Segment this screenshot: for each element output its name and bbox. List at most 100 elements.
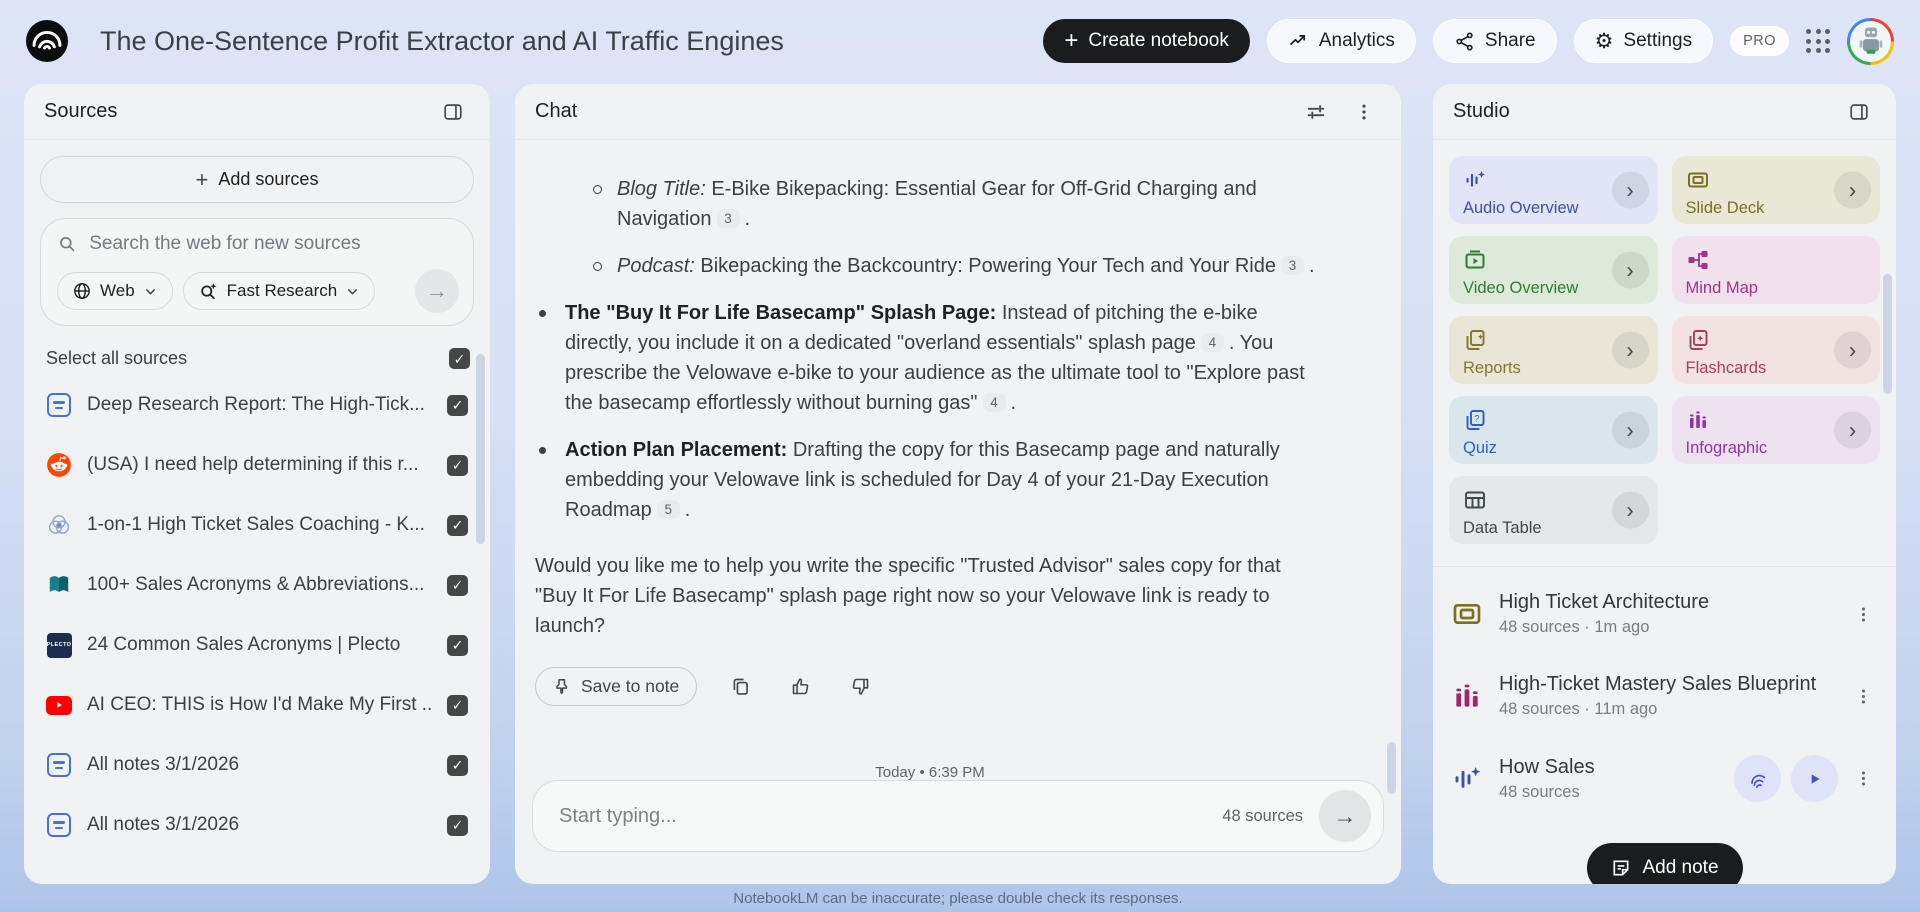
source-checkbox[interactable]: ✓ [447, 395, 468, 416]
google-apps-grid-icon[interactable] [1806, 29, 1830, 53]
play-button[interactable] [1791, 755, 1838, 802]
source-row[interactable]: 1-on-1 High Ticket Sales Coaching - K...… [40, 495, 474, 555]
globe-icon [72, 281, 92, 301]
plecto-source-icon: PLECTO [46, 632, 72, 658]
artifact-more-menu-icon[interactable] [1848, 679, 1878, 713]
add-sources-button[interactable]: + Add sources [40, 156, 474, 203]
source-checkbox[interactable]: ✓ [447, 575, 468, 596]
create-notebook-button[interactable]: + Create notebook [1043, 19, 1250, 63]
citation-chip[interactable]: 3 [717, 209, 740, 228]
source-checkbox[interactable]: ✓ [447, 815, 468, 836]
fast-research-icon [198, 281, 219, 302]
studio-card-video-overview[interactable]: Video Overview › [1449, 236, 1658, 304]
source-title: 1-on-1 High Ticket Sales Coaching - K... [87, 514, 432, 536]
add-sources-label: Add sources [218, 169, 318, 190]
search-icon [57, 233, 77, 255]
source-checkbox[interactable]: ✓ [447, 455, 468, 476]
source-checkbox[interactable]: ✓ [447, 635, 468, 656]
copy-icon[interactable] [723, 670, 757, 704]
studio-card-mind-map[interactable]: Mind Map [1672, 236, 1881, 304]
citation-chip[interactable]: 4 [983, 393, 1006, 412]
check-icon: ✓ [452, 458, 464, 472]
scrollbar-thumb[interactable] [1883, 274, 1892, 394]
avatar[interactable] [1847, 18, 1894, 65]
search-input[interactable] [89, 233, 459, 255]
audio-artifact-icon [1451, 763, 1483, 795]
chevron-right-icon[interactable]: › [1834, 412, 1871, 449]
chat-message: Blog Title: E-Bike Bikepacking: Essentia… [515, 140, 1401, 788]
chat-input-box: 48 sources → [532, 780, 1384, 852]
search-submit-button[interactable]: → [415, 269, 459, 313]
source-checkbox[interactable]: ✓ [447, 695, 468, 716]
chevron-right-icon[interactable]: › [1612, 412, 1649, 449]
chat-sub-bullet: Podcast: Bikepacking the Backcountry: Po… [587, 251, 1325, 281]
settings-button[interactable]: ⚙ Settings [1574, 19, 1713, 63]
add-note-button[interactable]: Add note [1586, 843, 1742, 884]
source-row[interactable]: Deep Research Report: The High-Tick... ✓ [40, 375, 474, 435]
artifact-title: High-Ticket Mastery Sales Blueprint [1499, 673, 1832, 696]
source-row[interactable]: (USA) I need help determining if this r.… [40, 435, 474, 495]
save-to-note-button[interactable]: Save to note [535, 667, 697, 706]
source-row[interactable]: All notes 3/1/2026 ✓ [40, 795, 474, 855]
pro-badge: PRO [1730, 26, 1789, 56]
source-row[interactable]: All notes 3/1/2026 ✓ [40, 735, 474, 795]
source-row[interactable]: 100+ Sales Acronyms & Abbreviations... ✓ [40, 555, 474, 615]
thumbs-down-icon[interactable] [843, 670, 877, 704]
interactive-mode-button[interactable] [1734, 755, 1781, 802]
collapse-panel-icon[interactable] [436, 95, 470, 129]
settings-label: Settings [1623, 30, 1692, 52]
source-checkbox[interactable]: ✓ [447, 755, 468, 776]
web-filter-dropdown[interactable]: Web [57, 272, 173, 310]
chevron-down-icon [143, 284, 158, 299]
studio-card-quiz[interactable]: ? Quiz › [1449, 396, 1658, 464]
citation-chip[interactable]: 5 [657, 500, 680, 519]
select-all-checkbox[interactable]: ✓ [449, 348, 470, 369]
studio-card-data-table[interactable]: Data Table › [1449, 476, 1658, 544]
reddit-source-icon [46, 452, 72, 478]
studio-artifact-row[interactable]: High Ticket Architecture 48 sources · 1m… [1449, 581, 1880, 647]
studio-artifact-row[interactable]: How Sales 48 sources [1449, 745, 1880, 812]
thumbs-up-icon[interactable] [783, 670, 817, 704]
notebook-title[interactable]: The One-Sentence Profit Extractor and AI… [100, 26, 784, 57]
scrollbar-thumb[interactable] [1387, 742, 1396, 794]
chat-settings-icon[interactable] [1299, 95, 1333, 129]
studio-card-flashcards[interactable]: Flashcards › [1672, 316, 1881, 384]
source-row[interactable]: PLECTO 24 Common Sales Acronyms | Plecto… [40, 615, 474, 675]
citation-chip[interactable]: 4 [1201, 333, 1224, 352]
analytics-button[interactable]: Analytics [1267, 19, 1416, 63]
chevron-right-icon[interactable]: › [1612, 332, 1649, 369]
studio-card-reports[interactable]: Reports › [1449, 316, 1658, 384]
share-button[interactable]: Share [1433, 19, 1557, 63]
chevron-right-icon[interactable]: › [1834, 332, 1871, 369]
collapse-panel-icon[interactable] [1842, 95, 1876, 129]
source-row[interactable]: AI CEO: THIS is How I'd Make My First ..… [40, 675, 474, 735]
artifact-more-menu-icon[interactable] [1848, 762, 1878, 796]
citation-chip[interactable]: 3 [1281, 256, 1304, 275]
research-mode-dropdown[interactable]: Fast Research [183, 272, 376, 310]
chat-more-menu-icon[interactable] [1347, 95, 1381, 129]
chat-panel: Chat Blog Title: E-Bike Bikepacking: Ess… [515, 84, 1401, 884]
artifact-more-menu-icon[interactable] [1848, 597, 1878, 631]
chevron-right-icon[interactable]: › [1834, 172, 1871, 209]
mind-map-icon [1686, 248, 1867, 272]
scrollbar-thumb[interactable] [476, 354, 485, 544]
source-checkbox[interactable]: ✓ [447, 515, 468, 536]
chevron-right-icon[interactable]: › [1612, 252, 1649, 289]
studio-artifact-row[interactable]: High-Ticket Mastery Sales Blueprint 48 s… [1449, 663, 1880, 729]
chevron-right-icon[interactable]: › [1612, 492, 1649, 529]
studio-card-label: Mind Map [1686, 279, 1867, 298]
source-title: Deep Research Report: The High-Tick... [87, 394, 432, 416]
source-title: (USA) I need help determining if this r.… [87, 454, 432, 476]
check-icon: ✓ [452, 638, 464, 652]
app-header: The One-Sentence Profit Extractor and AI… [0, 0, 1920, 82]
chevron-right-icon[interactable]: › [1612, 172, 1649, 209]
check-icon: ✓ [452, 398, 464, 412]
chat-input[interactable] [559, 805, 1222, 828]
studio-card-infographic[interactable]: Infographic › [1672, 396, 1881, 464]
studio-card-slide-deck[interactable]: Slide Deck › [1672, 156, 1881, 224]
divider [1433, 566, 1896, 567]
chat-bullet: The "Buy It For Life Basecamp" Splash Pa… [535, 298, 1325, 418]
send-button[interactable]: → [1319, 790, 1371, 842]
studio-card-audio-overview[interactable]: Audio Overview › [1449, 156, 1658, 224]
notebooklm-logo-icon[interactable] [26, 20, 68, 62]
